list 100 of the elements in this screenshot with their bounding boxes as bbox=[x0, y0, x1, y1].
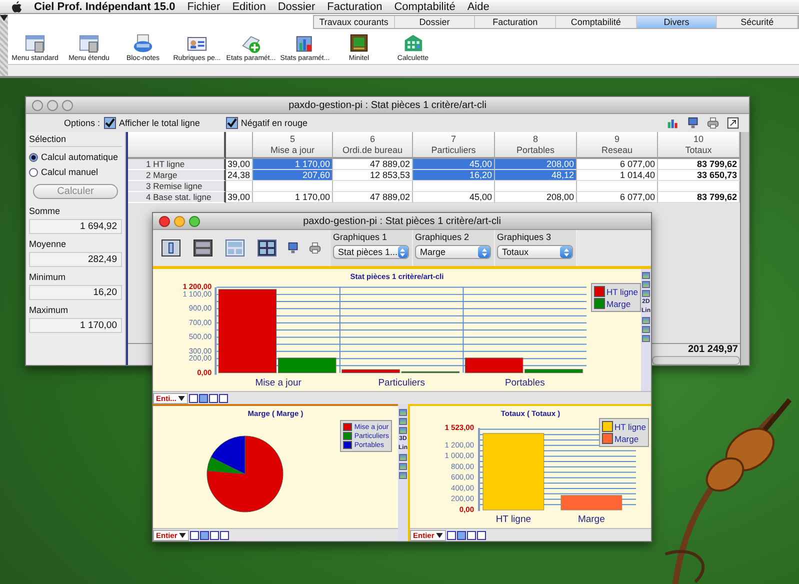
table-cell[interactable]: 12 853,53 bbox=[333, 170, 413, 181]
table-cell[interactable]: 45,00 bbox=[413, 159, 495, 170]
table-cell[interactable] bbox=[253, 181, 333, 192]
row-header[interactable]: 3 Remise ligne bbox=[128, 181, 226, 192]
column-header[interactable]: 9 Reseau bbox=[577, 132, 658, 159]
calculator-icon[interactable] bbox=[402, 33, 424, 53]
collapse-handle[interactable] bbox=[0, 14, 8, 76]
four-view-icon[interactable] bbox=[257, 239, 277, 257]
monitor-icon[interactable] bbox=[287, 242, 299, 254]
export-icon[interactable] bbox=[727, 117, 739, 129]
zoom-button[interactable] bbox=[62, 100, 73, 110]
toolbar-tab[interactable]: Divers bbox=[636, 16, 718, 28]
checkbox-label[interactable]: Négatif en rouge bbox=[240, 118, 308, 128]
close-button[interactable] bbox=[159, 216, 170, 226]
menu-item[interactable]: Dossier bbox=[278, 0, 316, 12]
printer-icon[interactable] bbox=[707, 117, 719, 129]
up-down-arrows-icon bbox=[400, 248, 406, 256]
close-button[interactable] bbox=[32, 100, 43, 110]
notepad-icon[interactable] bbox=[132, 33, 154, 53]
chart-select[interactable]: Totaux bbox=[497, 245, 573, 259]
stat-label: Moyenne bbox=[29, 239, 68, 249]
app-name[interactable]: Ciel Prof. Indépendant 15.0 bbox=[34, 0, 176, 12]
column-header[interactable]: 6 Ordi.de bureau bbox=[333, 132, 413, 159]
printer-icon[interactable] bbox=[309, 242, 321, 254]
chart-select[interactable]: Stat pièces 1... bbox=[333, 245, 409, 259]
checkbox-label[interactable]: Afficher le total ligne bbox=[119, 118, 200, 128]
window-title: paxdo-gestion-pi : Stat pièces 1 critère/art-cli bbox=[288, 100, 486, 110]
column-header[interactable]: 7 Particuliers bbox=[413, 132, 495, 159]
category-label: HT ligne bbox=[496, 514, 532, 524]
table-cell[interactable]: 33 650,73 bbox=[658, 170, 740, 181]
table-cell[interactable]: 1 170,00 bbox=[253, 159, 333, 170]
checkbox[interactable] bbox=[104, 117, 116, 129]
stat-value-field: 1 694,92 bbox=[29, 219, 122, 234]
table-cell[interactable]: 83 799,62 bbox=[658, 192, 740, 203]
table-cell[interactable]: 39,00 bbox=[226, 192, 253, 203]
column-header[interactable]: 10 Totaux bbox=[658, 132, 740, 159]
bar-chart-icon[interactable] bbox=[667, 117, 679, 129]
radio-label[interactable]: Calcul manuel bbox=[41, 167, 98, 177]
window-icon[interactable] bbox=[78, 33, 100, 53]
apple-icon[interactable] bbox=[12, 0, 22, 12]
chart-select[interactable]: Marge bbox=[415, 245, 491, 259]
radio-button[interactable] bbox=[29, 168, 38, 176]
panel-title: Sélection bbox=[29, 134, 122, 147]
column-header[interactable]: 5 Mise a jour bbox=[253, 132, 333, 159]
table-cell[interactable] bbox=[333, 181, 413, 192]
menu-item[interactable]: Facturation bbox=[327, 0, 382, 12]
table-cell[interactable] bbox=[413, 181, 495, 192]
category-label: Mise a jour bbox=[255, 378, 302, 389]
radio-label[interactable]: Calcul automatique bbox=[41, 152, 118, 162]
minimize-button[interactable] bbox=[47, 100, 58, 110]
menu-item[interactable]: Aide bbox=[467, 0, 490, 12]
document-plus-icon[interactable] bbox=[240, 33, 262, 53]
up-down-arrows-icon bbox=[564, 248, 568, 256]
table-cell[interactable]: 47 889,02 bbox=[333, 192, 413, 203]
menu-item[interactable]: Edition bbox=[232, 0, 266, 12]
three-view-icon[interactable] bbox=[225, 239, 245, 257]
table-cell[interactable] bbox=[226, 181, 253, 192]
table-cell[interactable]: 207,60 bbox=[253, 170, 333, 181]
menu-item[interactable]: Comptabilité bbox=[394, 0, 456, 12]
zoom-button[interactable] bbox=[189, 216, 200, 226]
options-label: Options : bbox=[64, 118, 100, 128]
toolbar-tab[interactable]: Sécurité bbox=[717, 16, 798, 28]
table-cell[interactable] bbox=[658, 181, 740, 192]
table-cell[interactable]: 6 077,00 bbox=[577, 159, 658, 170]
table-cell[interactable]: 1 170,00 bbox=[253, 192, 333, 203]
row-header[interactable]: 4 Base stat. ligne bbox=[128, 192, 226, 203]
toolbar-tab[interactable]: Travaux courants bbox=[314, 16, 395, 28]
legend-label: HT ligne bbox=[606, 286, 638, 296]
selector-label: Graphiques 1 bbox=[333, 232, 388, 242]
toolbar-tab[interactable]: Facturation bbox=[475, 16, 556, 28]
table-cell[interactable]: 16,20 bbox=[413, 170, 495, 181]
table-cell[interactable]: 47 889,02 bbox=[333, 159, 413, 170]
horizontal-scrollbar[interactable] bbox=[652, 356, 740, 365]
checkbox[interactable] bbox=[226, 117, 238, 129]
table-cell[interactable]: 48,12 bbox=[495, 170, 577, 181]
monitor-icon[interactable] bbox=[687, 117, 699, 129]
stat-label: Minimum bbox=[29, 272, 67, 282]
monitor-icon[interactable] bbox=[348, 33, 370, 53]
window-icon[interactable] bbox=[24, 33, 46, 53]
window-title: paxdo-gestion-pi : Stat pièces 1 critère/art-cli bbox=[303, 216, 501, 226]
radio-button[interactable] bbox=[29, 152, 38, 162]
table-cell[interactable] bbox=[577, 181, 658, 192]
menu-item[interactable]: Fichier bbox=[187, 0, 220, 12]
toolbar-tab[interactable]: Dossier bbox=[394, 16, 476, 28]
table-cell[interactable] bbox=[495, 181, 577, 192]
table-cell[interactable]: 1 014,40 bbox=[577, 170, 658, 181]
table-cell[interactable]: 39,00 bbox=[226, 159, 253, 170]
table-cell[interactable]: 45,00 bbox=[413, 192, 495, 203]
stat-value-field: 282,49 bbox=[29, 252, 122, 267]
table-cell[interactable]: 208,00 bbox=[495, 159, 577, 170]
row-header[interactable]: 2 Marge bbox=[128, 170, 226, 181]
table-cell[interactable]: 83 799,62 bbox=[658, 159, 740, 170]
single-view-icon[interactable] bbox=[161, 239, 181, 257]
table-cell[interactable]: 208,00 bbox=[495, 192, 577, 203]
table-cell[interactable]: 24,38 bbox=[226, 170, 253, 181]
table-cell[interactable]: 6 077,00 bbox=[577, 192, 658, 203]
selector-label: Graphiques 2 bbox=[415, 232, 470, 242]
row-header[interactable]: 1 HT ligne bbox=[128, 159, 226, 170]
split-view-icon[interactable] bbox=[193, 239, 213, 257]
column-header[interactable]: 8 Portables bbox=[495, 132, 577, 159]
